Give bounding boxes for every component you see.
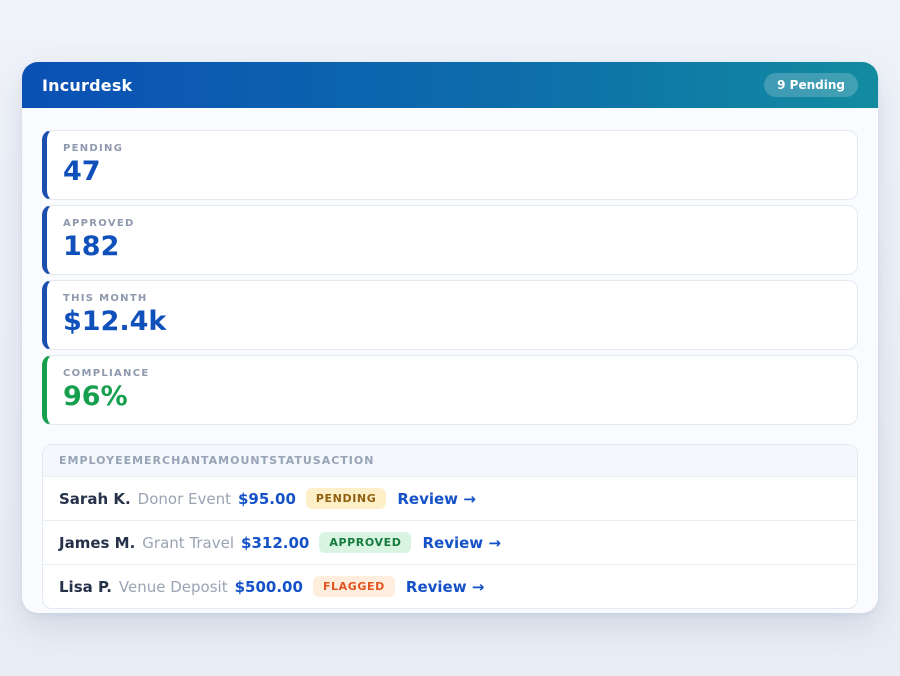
status-badge: FLAGGED xyxy=(313,576,395,597)
status-badge: PENDING xyxy=(306,488,386,509)
app-title: Incurdesk xyxy=(42,76,132,95)
stat-card-this-month: THIS MONTH $12.4k xyxy=(42,280,858,350)
pending-count-badge: 9 Pending xyxy=(764,73,858,97)
table-row: James M. Grant Travel $312.00 APPROVED R… xyxy=(43,520,857,564)
stat-value: 96% xyxy=(63,381,841,413)
merchant-name: Donor Event xyxy=(138,490,231,508)
stat-value: 47 xyxy=(63,156,841,188)
employee-name: Lisa P. xyxy=(59,578,112,596)
table-header-row: EMPLOYEEMERCHANTAMOUNTSTATUSACTION xyxy=(43,445,857,476)
column-header-action: ACTION xyxy=(322,454,375,467)
stat-label: APPROVED xyxy=(63,218,841,229)
employee-name: James M. xyxy=(59,534,135,552)
stat-card-approved: APPROVED 182 xyxy=(42,205,858,275)
expense-amount: $312.00 xyxy=(241,534,309,552)
merchant-name: Venue Deposit xyxy=(119,578,228,596)
app-header-bar: Incurdesk 9 Pending xyxy=(22,62,878,108)
stat-label: PENDING xyxy=(63,143,841,154)
column-header-merchant: MERCHANT xyxy=(132,454,209,467)
stat-label: THIS MONTH xyxy=(63,293,841,304)
stat-card-pending: PENDING 47 xyxy=(42,130,858,200)
stat-card-compliance: COMPLIANCE 96% xyxy=(42,355,858,425)
incurdesk-app-card: Incurdesk 9 Pending PENDING 47 APPROVED … xyxy=(22,62,878,613)
table-row: Lisa P. Venue Deposit $500.00 FLAGGED Re… xyxy=(43,564,857,608)
table-row: Sarah K. Donor Event $95.00 PENDING Revi… xyxy=(43,476,857,520)
stat-value: 182 xyxy=(63,231,841,263)
stat-label: COMPLIANCE xyxy=(63,368,841,379)
review-link[interactable]: Review → xyxy=(422,534,500,552)
column-header-amount: AMOUNT xyxy=(209,454,269,467)
expenses-table: EMPLOYEEMERCHANTAMOUNTSTATUSACTION Sarah… xyxy=(42,444,858,609)
employee-name: Sarah K. xyxy=(59,490,131,508)
expense-amount: $500.00 xyxy=(235,578,303,596)
column-header-employee: EMPLOYEE xyxy=(59,454,132,467)
dashboard-content: PENDING 47 APPROVED 182 THIS MONTH $12.4… xyxy=(22,108,878,629)
status-badge: APPROVED xyxy=(319,532,411,553)
expense-amount: $95.00 xyxy=(238,490,296,508)
review-link[interactable]: Review → xyxy=(406,578,484,596)
column-header-status: STATUS xyxy=(269,454,322,467)
merchant-name: Grant Travel xyxy=(142,534,234,552)
stat-value: $12.4k xyxy=(63,306,841,338)
review-link[interactable]: Review → xyxy=(397,490,475,508)
